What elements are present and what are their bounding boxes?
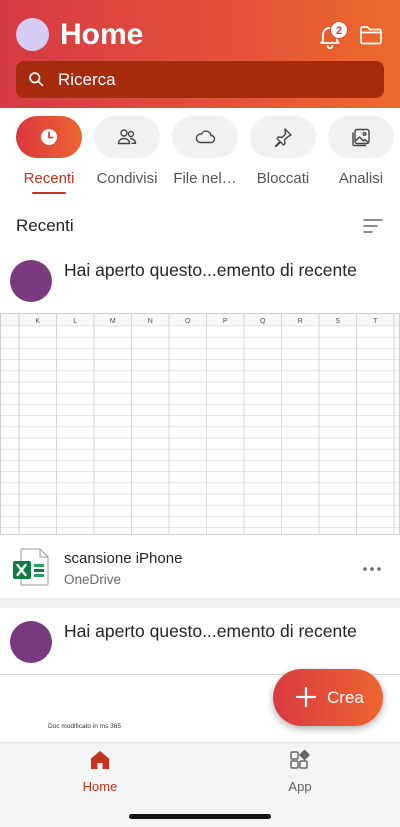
column-header-label: L xyxy=(73,318,77,325)
folder-icon[interactable] xyxy=(359,24,383,46)
cloud-icon xyxy=(195,130,216,144)
activity-text: Hai aperto questo...emento di recente xyxy=(64,621,357,641)
page-title: Home xyxy=(60,18,144,51)
nav-item-app[interactable]: App xyxy=(260,749,340,795)
home-icon xyxy=(91,751,109,769)
image-icon xyxy=(352,128,370,147)
profile-avatar[interactable] xyxy=(16,18,49,51)
column-header-label: N xyxy=(148,318,153,325)
column-header-label: P xyxy=(223,318,228,325)
tab-file-nel-cloud[interactable]: File nel… xyxy=(172,116,238,192)
nav-label: Home xyxy=(82,779,118,794)
user-avatar xyxy=(10,260,52,302)
divider xyxy=(0,598,400,608)
sort-icon[interactable] xyxy=(363,218,383,234)
notification-badge: 2 xyxy=(330,21,348,39)
column-header-label: Q xyxy=(260,318,266,325)
app-header: Home 2 Ricerca xyxy=(0,0,400,108)
file-item[interactable]: scansione iPhone OneDrive xyxy=(0,536,400,598)
filter-tabs: Recenti Condivisi File nel… Bloccati Ana… xyxy=(0,108,400,198)
people-icon xyxy=(117,129,137,145)
user-avatar xyxy=(10,621,52,663)
tab-recenti[interactable]: Recenti xyxy=(16,116,82,194)
search-input[interactable]: Ricerca xyxy=(58,70,116,90)
tab-label: File nel… xyxy=(173,170,237,187)
pin-icon xyxy=(274,128,292,148)
create-button[interactable]: Crea xyxy=(273,669,383,726)
spreadsheet-preview[interactable]: K L M N O P Q R S T xyxy=(0,313,400,535)
active-tab-indicator xyxy=(32,192,66,194)
more-options-icon[interactable] xyxy=(362,566,382,572)
clock-icon xyxy=(41,129,57,145)
main-content: Recenti Condivisi File nel… Bloccati Ana… xyxy=(0,108,400,742)
nav-label: App xyxy=(288,779,312,794)
column-header-label: S xyxy=(335,318,340,325)
search-bar[interactable]: Ricerca xyxy=(16,61,384,98)
spreadsheet-grid: K L M N O P Q R S T xyxy=(1,314,399,534)
nav-item-home[interactable]: Home xyxy=(60,749,140,795)
column-header-label: O xyxy=(185,318,191,325)
column-header-label: K xyxy=(35,318,40,325)
tab-condivisi[interactable]: Condivisi xyxy=(94,116,160,192)
excel-icon xyxy=(13,548,49,586)
file-name: scansione iPhone xyxy=(64,550,183,567)
document-preview-text: Doc modificato in ms 365 xyxy=(48,723,121,730)
bottom-navigation: Home App xyxy=(0,742,400,827)
column-header-label: T xyxy=(373,318,378,325)
section-title: Recenti xyxy=(16,216,74,235)
column-header-bar xyxy=(1,314,399,326)
create-button-label: Crea xyxy=(327,688,364,707)
file-location: OneDrive xyxy=(64,572,122,587)
column-header-label: R xyxy=(298,318,303,325)
apps-icon xyxy=(290,749,311,769)
activity-text: Hai aperto questo...emento di recente xyxy=(64,260,357,280)
tab-label: Analisi xyxy=(338,170,384,187)
tab-label: Recenti xyxy=(23,170,75,187)
home-indicator xyxy=(129,814,271,819)
plus-icon xyxy=(295,686,317,708)
tab-bloccati[interactable]: Bloccati xyxy=(250,116,316,192)
search-icon xyxy=(29,72,44,87)
tab-label: Condivisi xyxy=(96,170,158,187)
tab-analisi[interactable]: Analisi xyxy=(328,116,394,192)
column-header-label: M xyxy=(110,318,116,325)
tab-label: Bloccati xyxy=(256,170,310,187)
